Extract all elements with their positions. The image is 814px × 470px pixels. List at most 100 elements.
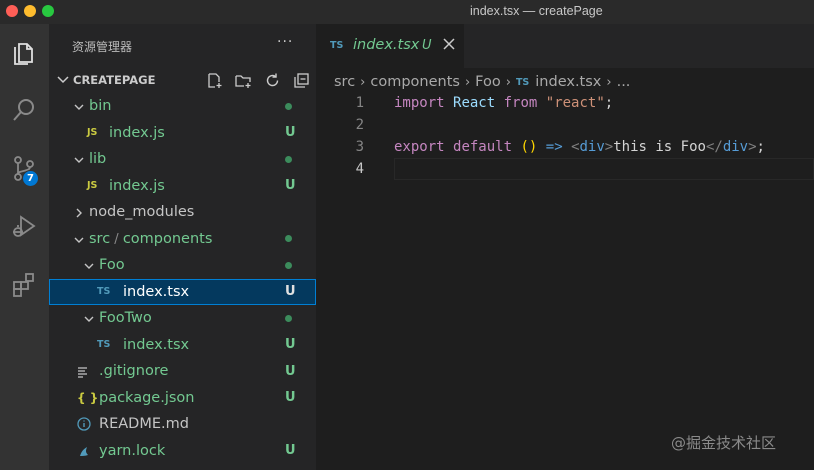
tree-item[interactable]: yarn.lock U (49, 438, 316, 465)
tree-item-label: lib (89, 151, 107, 168)
tree-item-label: index.tsx (123, 336, 190, 353)
run-debug-icon[interactable] (4, 206, 44, 246)
git-status-dot (285, 261, 292, 269)
breadcrumb-item[interactable]: ... (617, 74, 631, 90)
tree-item[interactable]: TS index.tsx U (49, 332, 316, 359)
tree-item[interactable]: TS index.tsx U (49, 278, 316, 305)
breadcrumb-item[interactable]: src (334, 74, 355, 90)
typescript-file-icon: TS (97, 286, 111, 298)
tree-item-label: index.js (109, 177, 165, 194)
minimize-window-button[interactable] (24, 5, 36, 17)
git-status-untracked: U (285, 284, 296, 300)
line-number: 1 (355, 95, 364, 111)
tree-item[interactable]: FooTwo (49, 305, 316, 332)
editor-area: TS index.tsx U src › components › Foo › TS inde… (316, 24, 814, 470)
tree-item-label: Foo (99, 257, 125, 274)
line-number: 2 (355, 117, 364, 133)
javascript-file-icon: JS (87, 127, 98, 139)
git-status-untracked: U (285, 178, 296, 194)
git-status-dot (285, 314, 292, 322)
code-line[interactable]: 1 import React from "react"; (316, 92, 814, 114)
line-number: 3 (355, 139, 364, 155)
breadcrumb: src › components › Foo › TS index.tsx ›... (334, 72, 630, 92)
file-tree: bin JS index.js Ulib JS index.js Unode_modules… (49, 93, 316, 464)
tab-label: index.tsx (353, 37, 420, 53)
zoom-window-button[interactable] (42, 5, 54, 17)
code-editor[interactable]: 1 import React from "react"; 2 3 export defa… (316, 92, 814, 180)
tree-item-label: index.tsx (123, 283, 190, 300)
git-status-untracked: U (285, 443, 296, 459)
tree-item[interactable]: JS index.js U (49, 173, 316, 200)
info-icon (77, 417, 91, 434)
new-folder-icon[interactable] (232, 71, 254, 89)
title-bar: index.tsx — createPage (0, 0, 814, 24)
window-title: index.tsx — createPage (470, 4, 603, 18)
refresh-icon[interactable] (261, 71, 283, 89)
tree-item-label: yarn.lock (99, 442, 166, 459)
yarn-icon (77, 444, 91, 461)
breadcrumb-item[interactable]: components (370, 74, 460, 90)
code-line[interactable]: 3 export default () => <div>this is Foo</… (316, 136, 814, 158)
watermark: @掘金技术社区 (671, 434, 777, 452)
git-status-untracked: U (285, 337, 296, 353)
chevron-right-icon: › (360, 74, 366, 90)
git-status-dot (285, 102, 292, 110)
more-actions-icon[interactable]: ··· (277, 34, 293, 50)
search-icon[interactable] (4, 90, 44, 130)
tree-item-label: README.md (99, 416, 189, 433)
tree-item[interactable]: JS index.js U (49, 120, 316, 147)
git-status-untracked: U (285, 390, 296, 406)
line-number: 4 (355, 161, 364, 177)
code-line[interactable]: 4 (316, 158, 814, 180)
breadcrumb-item[interactable]: index.tsx (535, 74, 601, 90)
chevron-right-icon: › (464, 74, 471, 90)
chevron-right-icon: › (606, 74, 612, 90)
tab-bar: TS index.tsx U (316, 24, 814, 68)
tree-item[interactable]: src / components (49, 226, 316, 253)
typescript-file-icon: TS (515, 76, 530, 88)
git-status-dot (285, 155, 292, 163)
chevron-down-icon (57, 76, 69, 84)
chevron-down-icon (74, 157, 84, 163)
activity-bar: 7 (0, 24, 49, 470)
tree-item[interactable]: { } package.json U (49, 385, 316, 412)
chevron-down-icon (84, 263, 94, 269)
tree-item[interactable]: node_modules (49, 199, 316, 226)
tree-item-label: node_modules (89, 204, 195, 221)
line-text: import React from "react"; (394, 95, 614, 111)
tree-item[interactable]: bin (49, 93, 316, 120)
chevron-down-icon (74, 237, 84, 243)
close-icon[interactable] (442, 37, 456, 51)
workspace-title: CREATEPAGE (73, 73, 156, 87)
breadcrumb-item[interactable]: Foo (475, 74, 501, 90)
tree-item[interactable]: README.md (49, 411, 316, 438)
typescript-file-icon: TS (97, 339, 111, 351)
text-file-icon (77, 366, 89, 381)
explorer-icon[interactable] (4, 32, 44, 72)
code-line[interactable]: 2 (316, 114, 814, 136)
close-window-button[interactable] (6, 5, 18, 17)
chevron-down-icon (84, 316, 94, 322)
tree-item[interactable]: lib (49, 146, 316, 173)
explorer-title: 资源管理器 (72, 40, 133, 54)
collapse-all-icon[interactable] (290, 71, 312, 89)
tree-item[interactable]: .gitignore U (49, 358, 316, 385)
git-status-untracked: U (285, 125, 296, 141)
chevron-right-icon (76, 208, 82, 218)
tree-item-label: bin (89, 98, 112, 115)
tab-status: U (422, 38, 432, 53)
workspace-section-header[interactable]: CREATEPAGE (49, 69, 316, 91)
line-text: export default () => <div>this is Foo</d… (394, 139, 765, 155)
git-status-untracked: U (285, 363, 296, 379)
tree-item-label: FooTwo (99, 310, 152, 327)
tree-item-label: .gitignore (99, 363, 169, 380)
extensions-icon[interactable] (4, 264, 44, 304)
section-actions (203, 71, 312, 89)
json-file-icon: { } (77, 390, 99, 405)
chevron-right-icon: › (505, 74, 511, 90)
tab-index-tsx[interactable]: TS index.tsx U (316, 24, 464, 68)
tree-item[interactable]: Foo (49, 252, 316, 279)
new-file-icon[interactable] (203, 71, 225, 89)
javascript-file-icon: JS (87, 180, 98, 192)
chevron-down-icon (74, 104, 84, 110)
